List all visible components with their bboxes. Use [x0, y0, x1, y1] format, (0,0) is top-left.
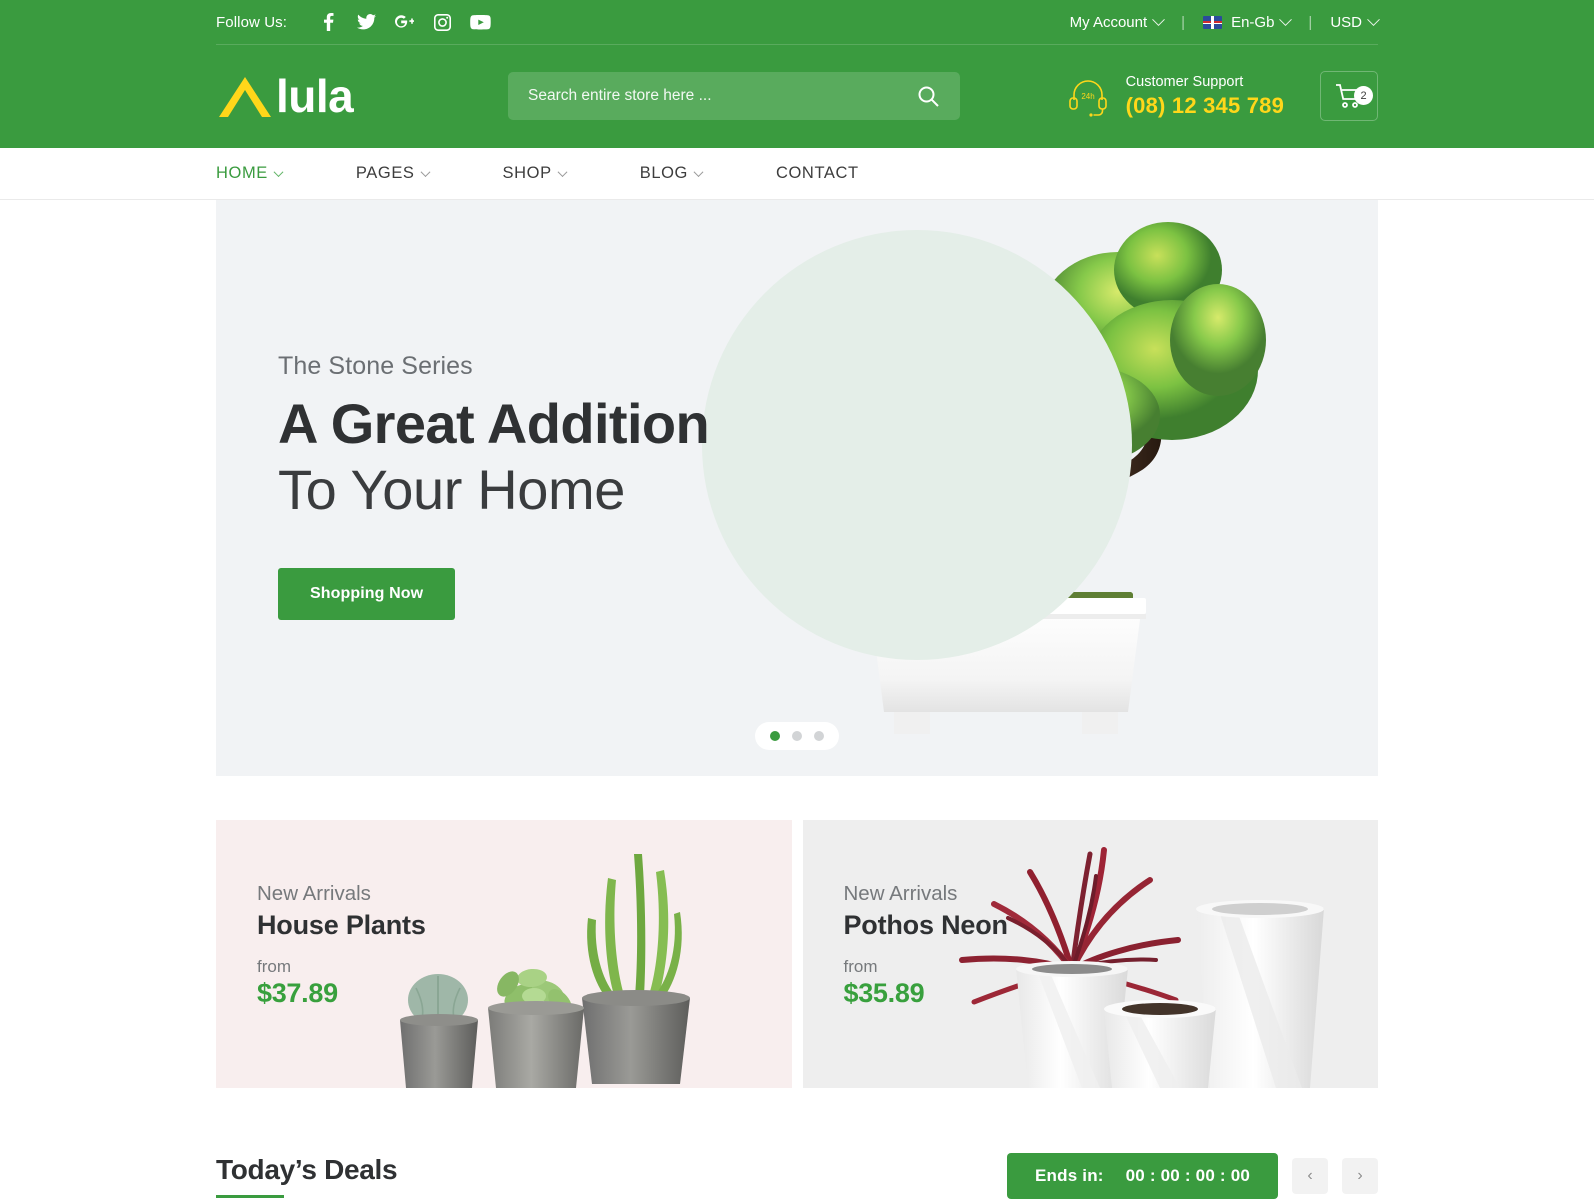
promo-price: $37.89 — [257, 978, 338, 1008]
search-input[interactable] — [528, 87, 916, 105]
nav-label-home: HOME — [216, 164, 268, 182]
site-header: Follow Us: My Account | En-Gb | USD lula… — [0, 0, 1594, 148]
promo-title: House Plants — [257, 910, 426, 940]
promo-copy: New Arrivals House Plants from $37.89 — [257, 882, 426, 1009]
support-phone: (08) 12 345 789 — [1125, 92, 1284, 118]
nav-label-contact: CONTACT — [775, 164, 859, 182]
main-navigation: HOME PAGES SHOP BLOG CONTACT — [0, 148, 1594, 200]
promo-banner-pothos-neon[interactable]: New Arrivals Pothos Neon from $35.89 — [802, 820, 1378, 1088]
hero-slider: The Stone Series A Great Addition To You… — [216, 200, 1378, 776]
header-main-row: lula 24h — [216, 45, 1378, 147]
nav-item-pages[interactable]: PAGES — [355, 164, 430, 183]
hero-headline-light: To Your Home — [278, 457, 625, 521]
search-submit-button[interactable] — [916, 84, 940, 108]
language-label: En-Gb — [1231, 13, 1275, 31]
countdown-label: Ends in: — [1034, 1166, 1104, 1185]
separator-2: | — [1308, 13, 1313, 31]
chevron-down-icon — [273, 167, 284, 178]
headset-24h-icon: 24h — [1068, 80, 1107, 117]
language-selector[interactable]: En-Gb — [1203, 12, 1293, 31]
cart-button[interactable]: 2 — [1320, 71, 1378, 121]
site-logo[interactable]: lula — [216, 73, 508, 119]
currency-label: USD — [1330, 13, 1362, 31]
instagram-icon[interactable] — [423, 10, 461, 34]
nav-label-pages: PAGES — [355, 164, 415, 182]
chevron-down-icon — [420, 167, 430, 178]
hero-headline-bold: A Great Addition — [278, 392, 710, 455]
svg-text:24h: 24h — [1081, 92, 1094, 101]
utility-bar: Follow Us: My Account | En-Gb | USD — [216, 0, 1380, 45]
deals-prev-button[interactable]: ‹ — [1292, 1158, 1328, 1194]
hero-cta-button[interactable]: Shopping Now — [278, 568, 456, 621]
utility-links: My Account | En-Gb | USD — [1069, 12, 1380, 31]
chevron-down-icon — [1367, 12, 1380, 26]
nav-label-blog: BLOG — [639, 164, 688, 182]
promo-kicker: New Arrivals — [843, 882, 958, 905]
chevron-down-icon — [1279, 12, 1293, 26]
slider-dot-3[interactable] — [814, 731, 824, 741]
countdown-timer: 00 : 00 : 00 : 00 — [1125, 1166, 1250, 1185]
promo-kicker: New Arrivals — [257, 882, 371, 905]
uk-flag-icon — [1203, 15, 1223, 29]
slider-dots[interactable] — [755, 722, 839, 750]
promo-copy: New Arrivals Pothos Neon from $35.89 — [844, 882, 1008, 1009]
nav-item-home[interactable]: HOME — [216, 164, 284, 183]
hero-image — [698, 200, 1338, 776]
follow-us-group: Follow Us: — [216, 10, 499, 34]
promo-image-succulent-pots — [399, 854, 690, 1088]
facebook-icon[interactable] — [309, 10, 347, 34]
chevron-down-icon — [557, 167, 568, 178]
search-bar[interactable] — [508, 72, 960, 120]
my-account-label: My Account — [1069, 13, 1148, 31]
youtube-icon[interactable] — [461, 10, 499, 34]
chevron-down-icon — [1152, 12, 1166, 26]
todays-deals-section: Today’s Deals Ends in: 00 : 00 : 00 : 00… — [216, 1136, 1378, 1200]
logo-triangle-a-icon — [219, 77, 271, 117]
hero-kicker: The Stone Series — [278, 352, 473, 380]
promo-title: Pothos Neon — [843, 910, 1008, 940]
nav-label-shop: SHOP — [502, 164, 552, 182]
twitter-icon[interactable] — [347, 10, 385, 34]
promo-from-label: from — [843, 957, 878, 976]
slider-dot-2[interactable] — [792, 731, 802, 741]
deals-next-button[interactable]: › — [1342, 1158, 1378, 1194]
follow-us-label: Follow Us: — [216, 13, 288, 31]
my-account-link[interactable]: My Account — [1069, 12, 1166, 31]
promo-banner-house-plants[interactable]: New Arrivals House Plants from $37.89 — [216, 820, 792, 1088]
promo-from-label: from — [257, 957, 291, 976]
nav-item-blog[interactable]: BLOG — [639, 164, 704, 183]
logo-text: lula — [276, 70, 354, 122]
promo-price: $35.89 — [843, 978, 925, 1008]
cart-count-badge: 2 — [1354, 86, 1373, 105]
header-container: Follow Us: My Account | En-Gb | USD lula… — [0, 0, 1594, 147]
chevron-down-icon — [693, 167, 704, 178]
section-title-todays-deals: Today’s Deals — [216, 1154, 398, 1198]
hero-circle-backdrop — [702, 230, 1132, 660]
support-text: Customer Support (08) 12 345 789 — [1126, 73, 1284, 119]
google-plus-icon[interactable] — [385, 10, 423, 34]
slider-dot-1[interactable] — [770, 731, 780, 741]
nav-item-shop[interactable]: SHOP — [502, 164, 568, 183]
search-icon — [918, 86, 939, 107]
nav-item-contact[interactable]: CONTACT — [776, 164, 859, 183]
deals-controls: Ends in: 00 : 00 : 00 : 00 ‹ › — [1006, 1153, 1378, 1199]
separator-1: | — [1181, 13, 1186, 31]
support-label: Customer Support — [1125, 73, 1244, 90]
countdown-badge: Ends in: 00 : 00 : 00 : 00 — [1006, 1153, 1278, 1199]
customer-support-block[interactable]: 24h Customer Support (08) 12 345 789 — [1066, 73, 1284, 119]
currency-selector[interactable]: USD — [1330, 12, 1380, 31]
hero-copy: The Stone Series A Great Addition To You… — [278, 352, 710, 621]
promo-banners: New Arrivals House Plants from $37.89 Ne… — [216, 820, 1378, 1088]
